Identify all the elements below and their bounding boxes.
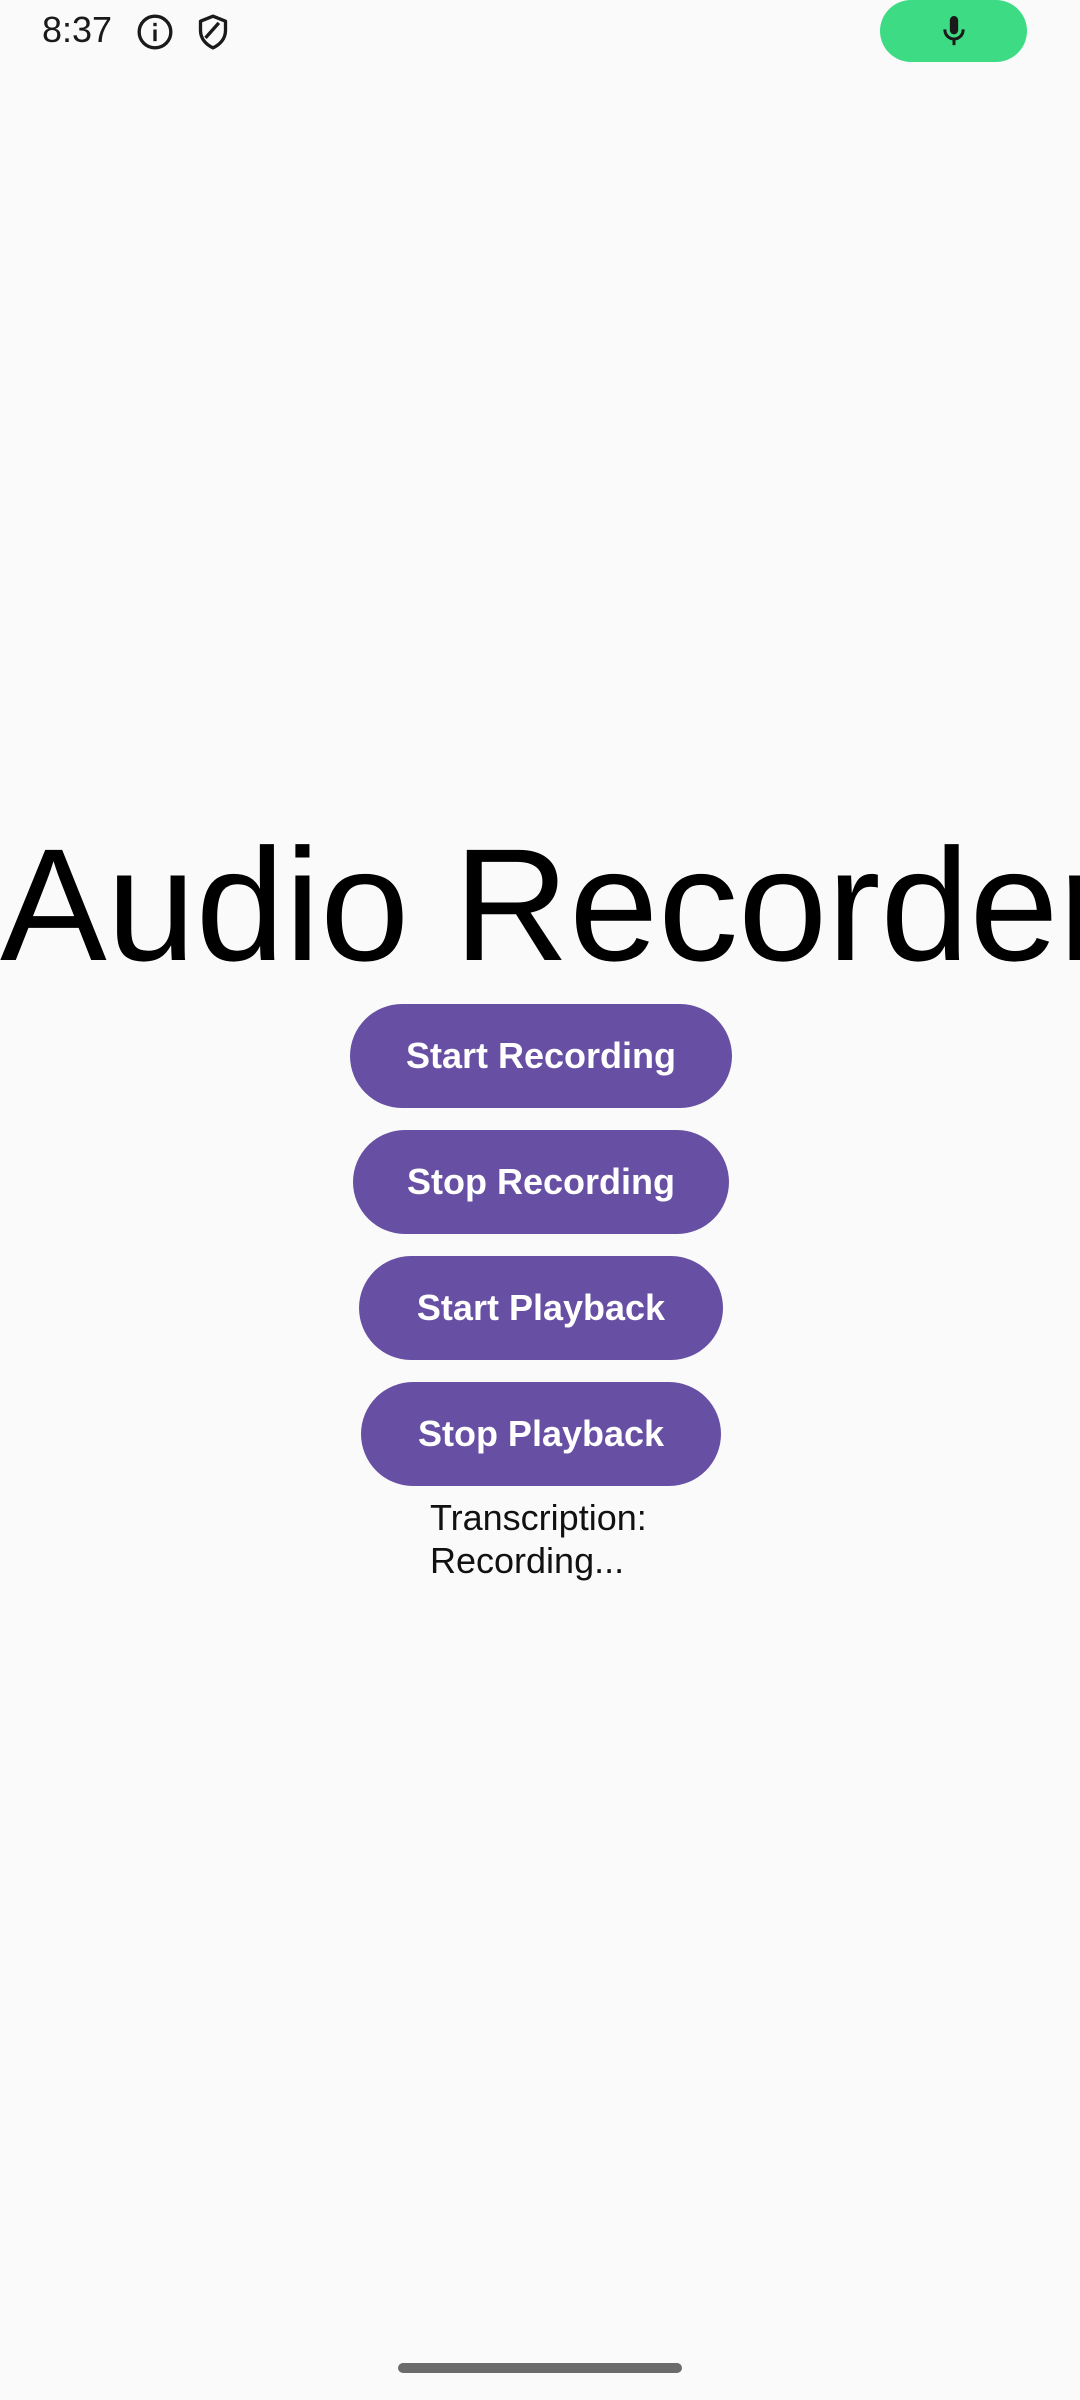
transcription-text: Transcription: Recording... bbox=[430, 1496, 850, 1582]
stop-recording-button[interactable]: Stop Recording bbox=[353, 1130, 729, 1234]
status-time: 8:37 bbox=[42, 9, 113, 50]
start-recording-button[interactable]: Start Recording bbox=[350, 1004, 732, 1108]
stop-playback-button[interactable]: Stop Playback bbox=[361, 1382, 721, 1486]
start-playback-button[interactable]: Start Playback bbox=[359, 1256, 723, 1360]
gesture-navigation-handle[interactable] bbox=[398, 2363, 682, 2373]
microphone-in-use-indicator[interactable] bbox=[880, 0, 1027, 62]
info-icon bbox=[135, 12, 175, 52]
transcription-value: Recording... bbox=[430, 1540, 625, 1581]
status-bar: 8:37 bbox=[0, 0, 1080, 64]
transcription-label: Transcription: bbox=[430, 1497, 647, 1538]
shield-icon bbox=[193, 12, 233, 52]
microphone-icon bbox=[934, 11, 974, 51]
page-title: Audio Recorder bbox=[0, 815, 1080, 994]
